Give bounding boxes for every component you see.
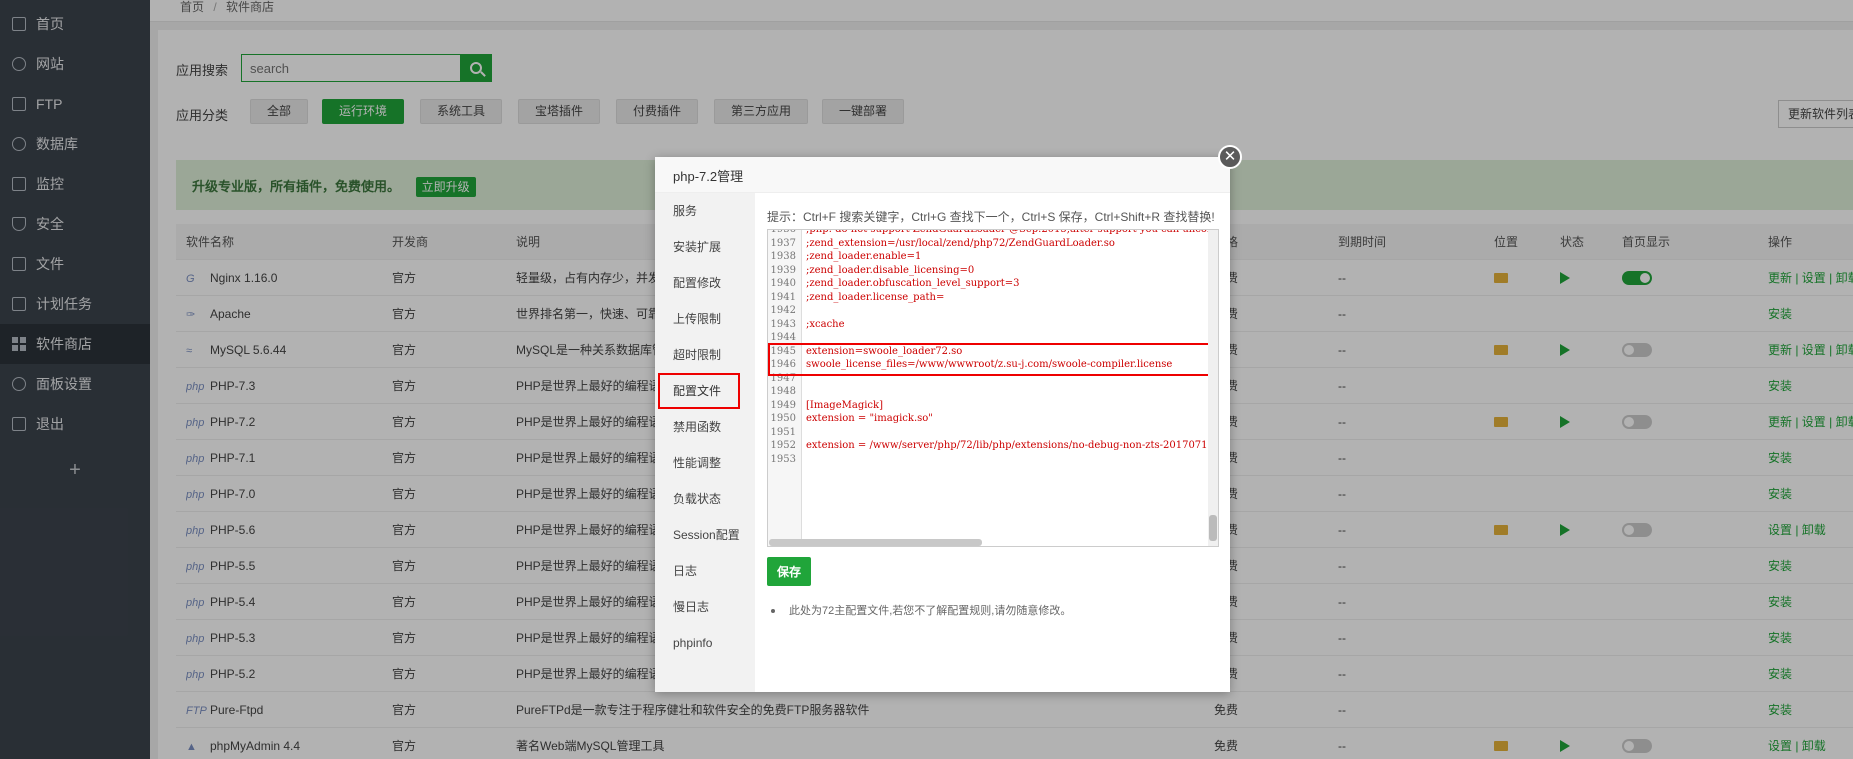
- line-number: 1948: [770, 386, 796, 397]
- code-line: 1952 extension = /www/server/php/72/lib/p…: [768, 440, 1218, 456]
- dialog-body: 提示：Ctrl+F 搜索关键字，Ctrl+G 查找下一个，Ctrl+S 保存，C…: [767, 209, 1222, 618]
- close-icon[interactable]: ✕: [1218, 145, 1242, 169]
- config-editor[interactable]: 1936 ;php: do not support ZendGuardLoader…: [767, 229, 1219, 547]
- editor-tip: 提示：Ctrl+F 搜索关键字，Ctrl+G 查找下一个，Ctrl+S 保存，C…: [767, 210, 1215, 224]
- line-number: 1941: [770, 291, 796, 303]
- dialog-menu-item[interactable]: 禁用函数: [655, 409, 755, 445]
- highlight-box: [768, 342, 1214, 376]
- dialog-menu-item[interactable]: 服务: [655, 193, 755, 229]
- save-button[interactable]: 保存: [767, 557, 812, 586]
- line-number: 1942: [770, 305, 796, 316]
- dialog-menu-item[interactable]: 慢日志: [655, 589, 755, 625]
- dialog-menu-item[interactable]: 日志: [655, 553, 755, 589]
- line-text: extension = "imagick.so": [806, 413, 933, 424]
- line-number: 1953: [770, 453, 796, 465]
- line-number: 1936: [770, 229, 796, 235]
- dialog-menu-item[interactable]: 超时限制: [655, 337, 755, 373]
- line-text: ;xcache: [806, 318, 845, 330]
- dialog-menu-item[interactable]: 配置文件: [655, 373, 755, 409]
- line-text: ;php: do not support ZendGuardLoader @Se…: [806, 229, 1219, 235]
- line-text: [802, 332, 806, 343]
- line-number: 1938: [770, 251, 796, 262]
- vertical-scrollbar[interactable]: [1208, 230, 1218, 546]
- php-manage-dialog: php-7.2管理 ✕ 服务 安装扩展 配置修改 上传限制 超时限制 配置文件 禁用函数 性能…: [655, 145, 1242, 692]
- bullet-dot: [771, 609, 775, 614]
- line-number: 1943: [770, 318, 796, 330]
- dialog-menu-item[interactable]: 安装扩展: [655, 229, 755, 265]
- line-text: [ImageMagick]: [806, 399, 883, 411]
- dialog-menu: 服务 安装扩展 配置修改 上传限制 超时限制 配置文件 禁用函数 性能调整 负载状态 Sessio…: [655, 193, 755, 692]
- config-note: 此处为72主配置文件,若您不了解配置规则,请勿随意修改。: [767, 602, 1222, 618]
- dialog-menu-item[interactable]: 配置修改: [655, 265, 755, 301]
- horizontal-scrollbar[interactable]: [769, 539, 982, 546]
- line-text: [802, 454, 806, 465]
- dialog-title: php-7.2管理: [655, 157, 1230, 193]
- dialog-menu-item[interactable]: 性能调整: [655, 445, 755, 481]
- dialog-menu-item[interactable]: phpinfo: [655, 625, 755, 661]
- code-line: 1953: [768, 454, 806, 470]
- dialog-menu-item[interactable]: 上传限制: [655, 301, 755, 337]
- line-text: ;zend_loader.disable_licensing=0: [806, 264, 975, 276]
- line-text: ;zend_loader.license_path=: [806, 291, 945, 303]
- line-text: extension = /www/server/php/72/lib/php/e…: [806, 440, 1218, 451]
- dialog-menu-item[interactable]: Session配置: [655, 517, 755, 553]
- line-text: [802, 386, 806, 397]
- dialog-menu-item[interactable]: 负载状态: [655, 481, 755, 517]
- line-text: ;zend_loader.enable=1: [806, 251, 922, 262]
- line-text: [802, 427, 806, 438]
- scroll-thumb[interactable]: [1209, 515, 1217, 541]
- line-number: 1950: [770, 413, 796, 424]
- line-number: 1952: [770, 440, 796, 451]
- line-number: 1944: [770, 332, 796, 343]
- line-text: ;zend_extension=/usr/local/zend/php72/Ze…: [806, 237, 1115, 249]
- line-number: 1937: [770, 237, 796, 249]
- line-number: 1949: [770, 399, 796, 411]
- config-note-text: 此处为72主配置文件,若您不了解配置规则,请勿随意修改。: [789, 605, 1072, 617]
- line-number: 1940: [770, 278, 796, 289]
- line-number: 1951: [770, 426, 796, 438]
- line-number: 1939: [770, 264, 796, 276]
- line-text: ;zend_loader.obfuscation_level_support=3: [806, 278, 1020, 289]
- line-text: [802, 305, 806, 316]
